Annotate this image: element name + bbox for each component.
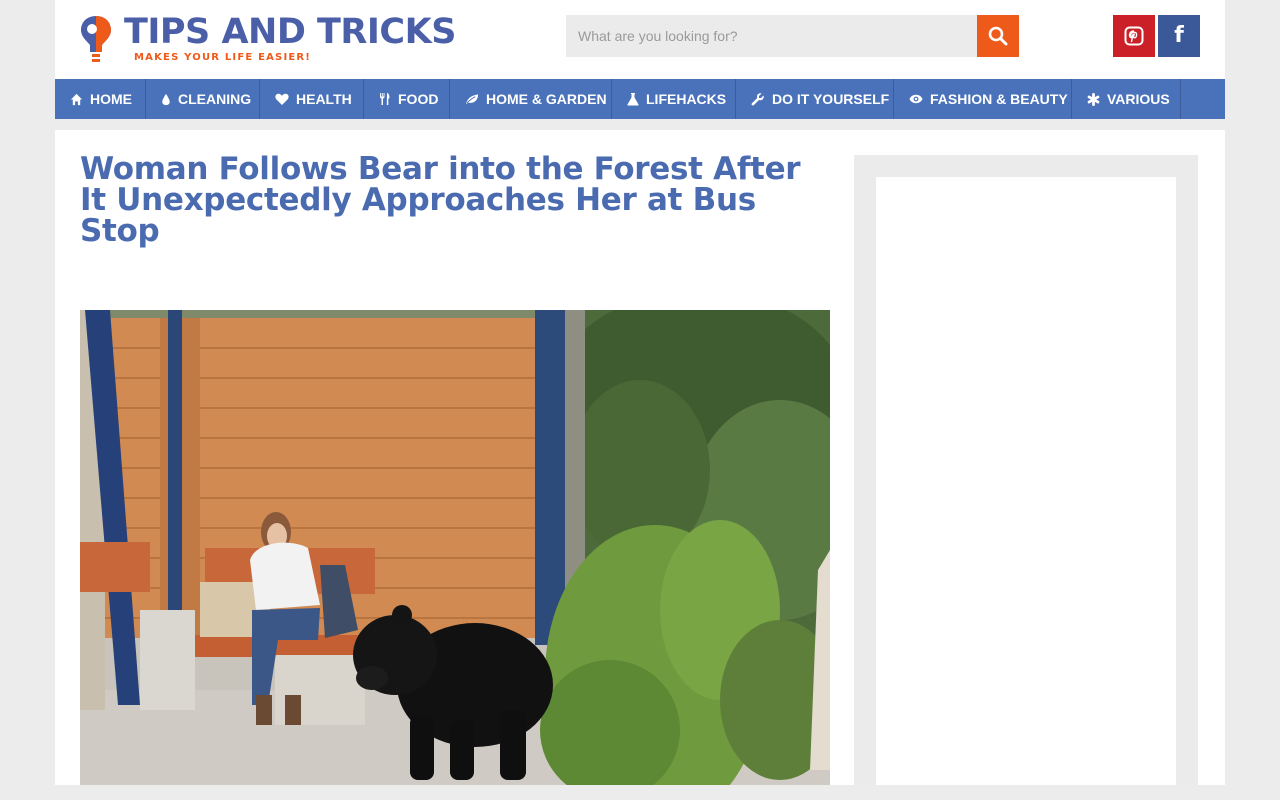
wrench-icon (751, 92, 765, 106)
nav-label: FOOD (398, 91, 439, 107)
nav-item-various[interactable]: VARIOUS (1072, 79, 1181, 119)
logo-title: TIPS AND TRICKS (124, 12, 456, 52)
nav-label: VARIOUS (1107, 91, 1170, 107)
nav-label: LIFEHACKS (646, 91, 727, 107)
nav-label: HEALTH (296, 91, 352, 107)
nav-item-lifehacks[interactable]: LIFEHACKS (612, 79, 736, 119)
bear-at-bus-stop-image (80, 310, 830, 785)
heart-icon (275, 92, 289, 106)
article-hero-image[interactable] (80, 310, 830, 785)
nav-label: HOME (90, 91, 132, 107)
nav-item-cleaning[interactable]: CLEANING (146, 79, 260, 119)
main-navigation: HOME CLEANING HEALTH FOOD HOME & GARDEN (55, 79, 1225, 119)
cutlery-icon (379, 92, 391, 106)
logo-tagline: MAKES YOUR LIFE EASIER! (134, 52, 312, 63)
lightbulb-logo-icon (81, 16, 111, 62)
facebook-button[interactable]: f (1158, 15, 1200, 57)
search-icon (988, 26, 1008, 46)
nav-item-food[interactable]: FOOD (364, 79, 450, 119)
nav-item-fashion-and-beauty[interactable]: FASHION & BEAUTY (894, 79, 1072, 119)
sidebar-ad-slot (876, 177, 1176, 797)
pinterest-icon (1124, 26, 1144, 46)
drop-icon (161, 92, 171, 106)
nav-label: HOME & GARDEN (486, 91, 607, 107)
page-bottom-strip (0, 785, 1280, 800)
leaf-icon (465, 92, 479, 106)
nav-item-home-and-garden[interactable]: HOME & GARDEN (450, 79, 612, 119)
site-header: TIPS AND TRICKS MAKES YOUR LIFE EASIER! … (55, 0, 1225, 79)
nav-label: CLEANING (178, 91, 252, 107)
asterisk-icon (1087, 92, 1100, 106)
search-button[interactable] (977, 15, 1019, 57)
home-icon (70, 92, 83, 106)
page-wrapper: TIPS AND TRICKS MAKES YOUR LIFE EASIER! … (55, 0, 1225, 800)
search-bar (566, 15, 1019, 57)
main-content: Woman Follows Bear into the Forest After… (55, 130, 1225, 800)
nav-item-do-it-yourself[interactable]: DO IT YOURSELF (736, 79, 894, 119)
nav-label: FASHION & BEAUTY (930, 91, 1068, 107)
site-logo[interactable]: TIPS AND TRICKS MAKES YOUR LIFE EASIER! (79, 12, 479, 66)
facebook-icon: f (1174, 23, 1184, 48)
search-input[interactable] (566, 15, 977, 57)
sidebar (854, 155, 1198, 800)
nav-label: DO IT YOURSELF (772, 91, 890, 107)
nav-item-health[interactable]: HEALTH (260, 79, 364, 119)
pinterest-button[interactable] (1113, 15, 1155, 57)
nav-item-home[interactable]: HOME (55, 79, 146, 119)
eye-icon (909, 92, 923, 106)
article-title: Woman Follows Bear into the Forest After… (80, 151, 801, 249)
flask-icon (627, 92, 639, 106)
